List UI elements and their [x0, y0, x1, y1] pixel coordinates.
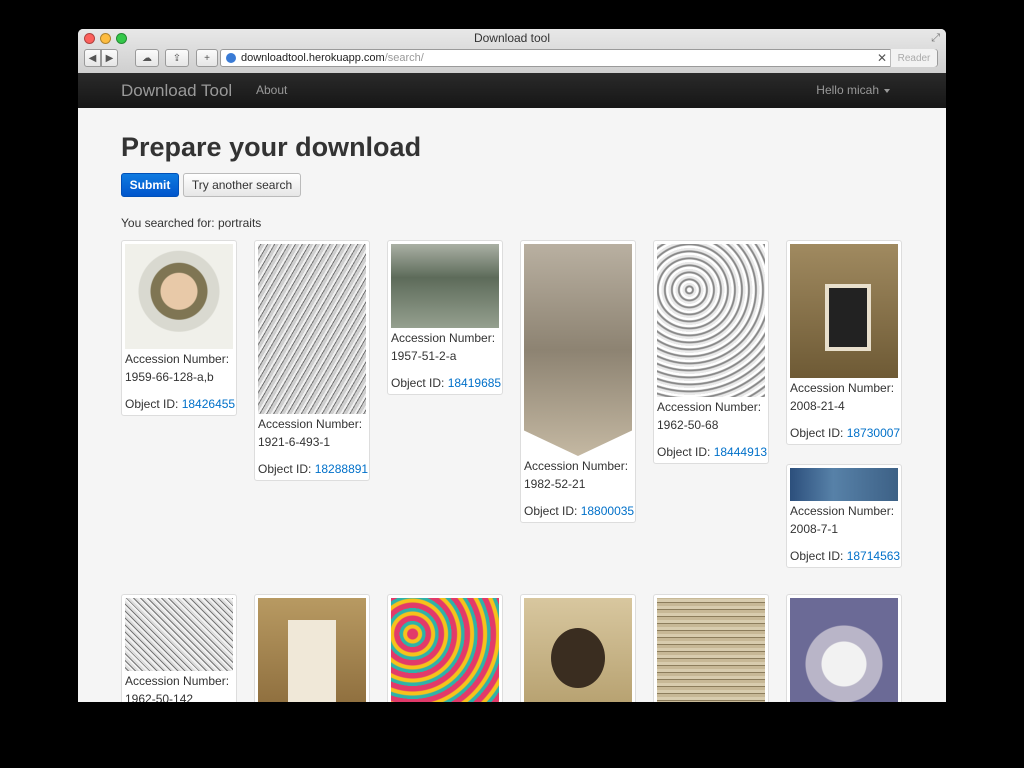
browser-chrome: Download tool ⤢ ◀ ▶ ☁ ⇪ + downloadtool.h…: [78, 29, 946, 74]
result-card[interactable]: [653, 594, 769, 702]
globe-icon: [226, 53, 236, 63]
page-title: Prepare your download: [121, 132, 422, 162]
result-card[interactable]: Accession Number: 1982-52-21 Object ID: …: [520, 240, 636, 523]
clear-url-icon[interactable]: ✕: [877, 51, 887, 65]
result-card[interactable]: [254, 594, 370, 702]
try-another-search-button[interactable]: Try another search: [183, 173, 301, 197]
object-id-link[interactable]: 18444913: [714, 445, 767, 459]
object-id-label: Object ID:: [657, 445, 711, 459]
result-thumbnail[interactable]: [790, 244, 898, 378]
result-thumbnail[interactable]: [790, 468, 898, 501]
object-id-label: Object ID:: [524, 504, 578, 518]
result-thumbnail[interactable]: [524, 598, 632, 702]
fullscreen-icon[interactable]: ⤢: [931, 32, 940, 45]
accession-label: Accession Number:: [790, 504, 895, 518]
accession-label: Accession Number:: [125, 674, 230, 688]
accession-number: 1962-50-142: [125, 692, 194, 702]
accession-number: 1959-66-128-a,b: [125, 370, 214, 384]
result-card[interactable]: Accession Number: 1962-50-68 Object ID: …: [653, 240, 769, 464]
result-card[interactable]: [387, 594, 503, 702]
result-thumbnail[interactable]: [125, 598, 233, 671]
accession-number: 2008-7-1: [790, 522, 839, 536]
result-card[interactable]: Accession Number: 1962-50-142: [121, 594, 237, 702]
icloud-tabs-button[interactable]: ☁: [135, 49, 159, 67]
result-card[interactable]: Accession Number: 1921-6-493-1 Object ID…: [254, 240, 370, 481]
result-thumbnail[interactable]: [125, 244, 233, 349]
result-thumbnail[interactable]: [391, 244, 499, 328]
accession-label: Accession Number:: [391, 331, 496, 345]
forward-button[interactable]: ▶: [101, 49, 118, 67]
share-button[interactable]: ⇪: [165, 49, 189, 67]
plus-icon: +: [204, 52, 210, 64]
accession-number: 1962-50-68: [657, 418, 719, 432]
url-path: /search/: [384, 52, 424, 64]
result-thumbnail[interactable]: [258, 244, 366, 414]
accession-label: Accession Number:: [790, 381, 895, 395]
accession-label: Accession Number:: [258, 417, 363, 431]
object-id-label: Object ID:: [790, 426, 844, 440]
object-id-link[interactable]: 18800035: [581, 504, 634, 518]
object-id-label: Object ID:: [790, 549, 844, 563]
result-card[interactable]: Accession Number: 2008-21-4 Object ID: 1…: [786, 240, 902, 445]
object-id-link[interactable]: 18714563: [847, 549, 900, 563]
address-bar[interactable]: downloadtool.herokuapp.com/search/ ✕ Rea…: [220, 49, 938, 67]
user-greeting: Hello micah: [816, 83, 879, 97]
result-thumbnail[interactable]: [790, 598, 898, 702]
result-thumbnail[interactable]: [258, 598, 366, 702]
object-id-label: Object ID:: [391, 376, 445, 390]
forward-arrow-icon: ▶: [105, 52, 114, 64]
cloud-icon: ☁: [142, 52, 152, 64]
main-content: Prepare your download Submit Try another…: [78, 108, 946, 702]
url-host: downloadtool.herokuapp.com: [241, 52, 385, 64]
accession-number: 1957-51-2-a: [391, 349, 457, 363]
object-id-link[interactable]: 18426455: [182, 397, 235, 411]
object-id-link[interactable]: 18288891: [315, 462, 368, 476]
accession-label: Accession Number:: [524, 459, 629, 473]
accession-label: Accession Number:: [657, 400, 762, 414]
back-button[interactable]: ◀: [84, 49, 101, 67]
accession-number: 2008-21-4: [790, 399, 845, 413]
result-card[interactable]: [520, 594, 636, 702]
submit-button[interactable]: Submit: [121, 173, 179, 197]
accession-label: Accession Number:: [125, 352, 230, 366]
object-id-label: Object ID:: [125, 397, 179, 411]
result-thumbnail[interactable]: [657, 598, 765, 702]
new-tab-button[interactable]: +: [196, 49, 218, 67]
user-menu[interactable]: Hello micah: [816, 83, 890, 97]
back-arrow-icon: ◀: [88, 52, 97, 64]
caret-down-icon: [884, 88, 890, 93]
result-card[interactable]: Accession Number: 2008-7-1 Object ID: 18…: [786, 464, 902, 568]
accession-number: 1921-6-493-1: [258, 435, 331, 449]
nav-about-link[interactable]: About: [256, 83, 287, 97]
result-card[interactable]: [786, 594, 902, 702]
navbar: Download Tool About Hello micah: [78, 73, 946, 108]
browser-window: Download tool ⤢ ◀ ▶ ☁ ⇪ + downloadtool.h…: [78, 29, 946, 702]
window-title: Download tool: [473, 31, 551, 45]
result-thumbnail[interactable]: [391, 598, 499, 702]
object-id-link[interactable]: 18730007: [847, 426, 900, 440]
result-thumbnail[interactable]: [657, 244, 765, 397]
brand-link[interactable]: Download Tool: [121, 81, 232, 101]
accession-number: 1982-52-21: [524, 477, 586, 491]
result-card[interactable]: Accession Number: 1959-66-128-a,b Object…: [121, 240, 237, 416]
object-id-label: Object ID:: [258, 462, 312, 476]
result-thumbnail[interactable]: [524, 244, 632, 456]
result-card[interactable]: Accession Number: 1957-51-2-a Object ID:…: [387, 240, 503, 395]
object-id-link[interactable]: 18419685: [448, 376, 501, 390]
search-summary: You searched for: portraits: [121, 216, 262, 230]
reader-button[interactable]: Reader: [890, 49, 937, 67]
share-icon: ⇪: [172, 52, 182, 64]
